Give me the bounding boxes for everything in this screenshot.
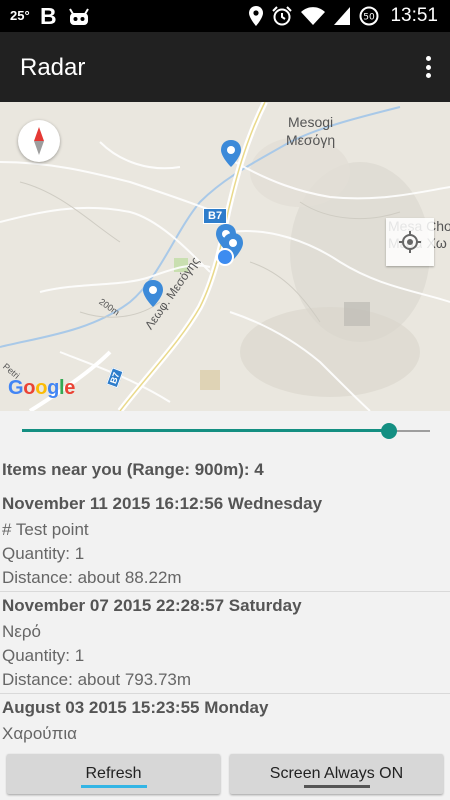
my-location-dot: [216, 248, 234, 266]
google-logo: Google: [8, 377, 76, 399]
wifi-icon: [301, 7, 326, 25]
app-title: Radar: [20, 54, 86, 81]
item-date: August 03 2015 15:23:55 Monday: [2, 698, 269, 717]
button-underline: [80, 785, 147, 788]
item-quantity: Quantity: 1: [2, 646, 85, 665]
android-bot-icon: [69, 8, 89, 25]
more-vert-icon[interactable]: [420, 53, 436, 81]
range-slider[interactable]: [22, 420, 430, 442]
divider: [0, 591, 450, 592]
status-bar: 25° B 50 13:51: [0, 0, 450, 32]
my-location-icon: [399, 231, 421, 253]
temperature-text: 25°: [10, 8, 30, 23]
clock: 13:51: [390, 5, 438, 26]
item-name: # Test point: [2, 520, 89, 539]
item-distance: Distance: about 88.22m: [2, 568, 182, 587]
signal-icon: [334, 7, 351, 25]
button-bar: Refresh Screen Always ON: [0, 748, 450, 800]
compass-icon[interactable]: [18, 120, 60, 162]
map-label: Mesogi: [288, 114, 334, 130]
refresh-button[interactable]: Refresh: [7, 754, 220, 794]
my-location-button[interactable]: [386, 218, 434, 266]
slider-fill: [22, 429, 390, 432]
map-label: Μεσόγη: [286, 132, 336, 148]
slider-thumb[interactable]: [381, 423, 398, 439]
divider: [0, 693, 450, 694]
results-summary: Items near you (Range: 900m): 4: [2, 460, 264, 479]
map-view[interactable]: Mesogi Μεσόγη Mesa Cho Μέσα Χω Λεωφ. Μεσ…: [0, 102, 450, 411]
item-name: Χαρούπια: [2, 724, 77, 743]
map-tiles: [0, 102, 450, 411]
button-underline: [303, 785, 370, 788]
battery-icon: 50: [359, 6, 379, 26]
item-date: November 11 2015 16:12:56 Wednesday: [2, 494, 323, 513]
item-distance: Distance: about 793.73m: [2, 670, 192, 689]
item-quantity: Quantity: 1: [2, 544, 85, 563]
b-app-icon: B: [40, 3, 57, 29]
screen-always-on-label: Screen Always ON: [269, 765, 404, 782]
alarm-clock-icon: [272, 6, 293, 26]
refresh-button-label: Refresh: [85, 765, 142, 782]
screen-always-on-button[interactable]: Screen Always ON: [230, 754, 443, 794]
item-date: November 07 2015 22:28:57 Saturday: [2, 596, 302, 615]
battery-level-text: 50: [364, 13, 376, 23]
item-name: Νερό: [2, 622, 41, 641]
location-pin-icon: [249, 6, 264, 26]
app-bar: Radar: [0, 32, 450, 102]
road-shield: B7: [203, 208, 228, 224]
